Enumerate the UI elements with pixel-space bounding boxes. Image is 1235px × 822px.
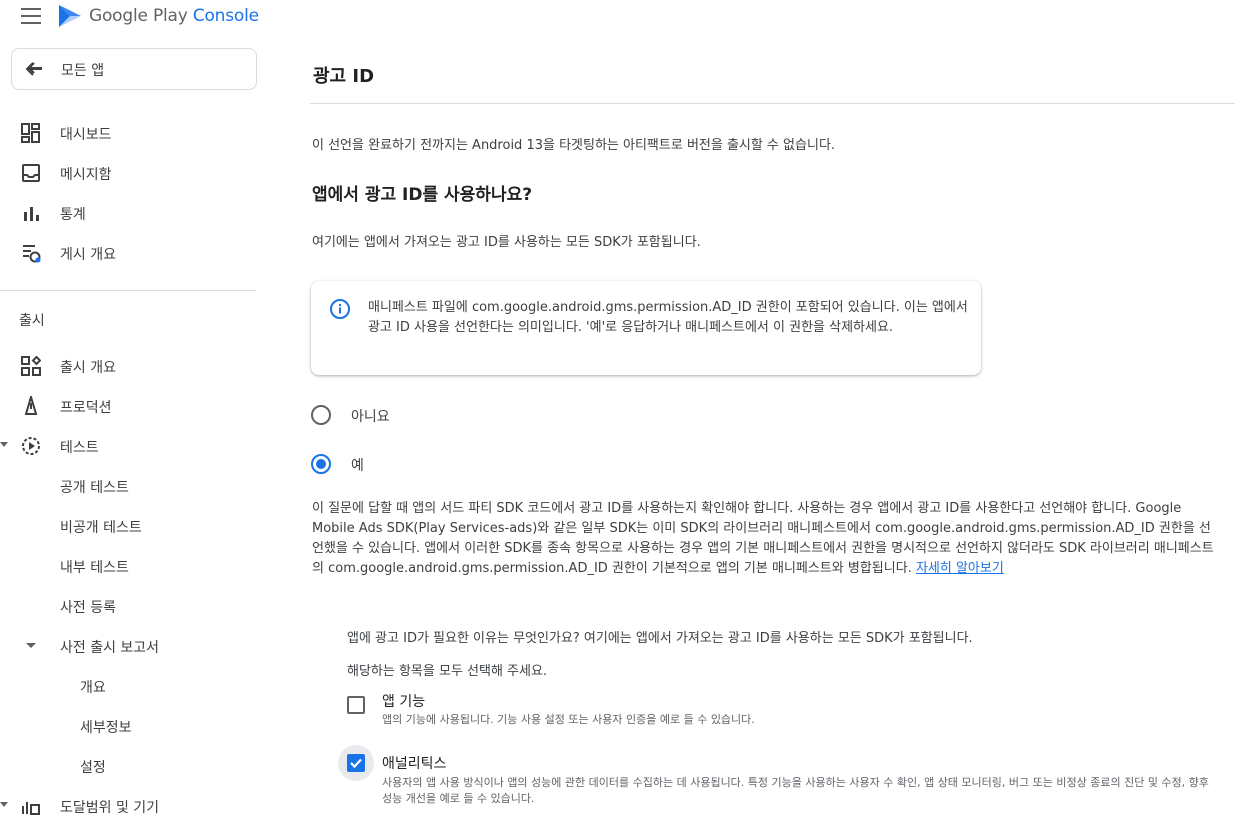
ad-id-question-subtext: 여기에는 앱에서 가져오는 광고 ID를 사용하는 모든 SDK가 포함됩니다.	[312, 235, 701, 250]
sidebar-item-label: 세부정보	[80, 720, 132, 736]
production-icon	[24, 396, 38, 415]
publishing-overview-icon	[23, 245, 41, 263]
sidebar-item-reach-devices[interactable]: 도달범위 및 기기	[0, 790, 256, 822]
expand-caret-icon	[0, 802, 8, 807]
radio-no-label: 아니요	[351, 409, 390, 425]
expand-caret-icon	[0, 442, 8, 447]
sdk-description: 이 질문에 답할 때 앱의 서드 파티 SDK 코드에서 광고 ID를 사용하는…	[312, 499, 1222, 579]
sidebar-item-dashboard[interactable]: 대시보드	[0, 117, 256, 149]
sidebar-item-testing[interactable]: 테스트	[0, 430, 256, 462]
radio-yes-circle[interactable]	[311, 454, 331, 474]
sidebar-item-inbox[interactable]: 메시지함	[0, 157, 256, 189]
checkbox-help: 앱의 기능에 사용됩니다. 기능 사용 설정 또는 사용자 인증을 예로 들 수…	[382, 713, 755, 726]
sidebar-divider	[0, 290, 256, 291]
sidebar-item-publishing-overview[interactable]: 게시 개요	[0, 237, 256, 269]
radio-no-circle[interactable]	[311, 405, 331, 425]
checkbox-analytics-box[interactable]	[347, 754, 365, 772]
sidebar-item-label: 설정	[80, 760, 106, 776]
play-console-logo-icon	[59, 5, 81, 27]
sidebar-item-closed-testing[interactable]: 비공개 테스트	[0, 510, 256, 542]
title-divider	[310, 103, 1235, 104]
main-content: 광고 ID 이 선언을 완료하기 전까지는 Android 13을 타겟팅하는 …	[310, 0, 1235, 822]
all-apps-label: 모든 앱	[61, 63, 105, 79]
manifest-info-text: 매니페스트 파일에 com.google.android.gms.permiss…	[368, 300, 968, 335]
testing-icon	[22, 437, 40, 455]
radio-no[interactable]: 아니요	[310, 402, 510, 432]
sidebar-item-open-testing[interactable]: 공개 테스트	[0, 470, 256, 502]
app-brand: Google Play Console	[89, 6, 259, 26]
sidebar-item-pre-launch-report[interactable]: 사전 출시 보고서	[0, 630, 256, 662]
sidebar-item-statistics[interactable]: 통계	[0, 197, 256, 229]
sidebar-section-release: 출시	[19, 313, 45, 329]
inbox-icon	[22, 164, 40, 182]
expand-caret-icon	[26, 643, 36, 648]
sidebar-item-release-overview[interactable]: 출시 개요	[0, 350, 256, 382]
sidebar-item-label: 사전 출시 보고서	[60, 640, 160, 656]
ad-id-question: 앱에서 광고 ID를 사용하나요?	[312, 185, 533, 205]
purpose-question: 앱에 광고 ID가 필요한 이유는 무엇인가요? 여기에는 앱에서 가져오는 광…	[347, 631, 973, 646]
radio-yes[interactable]: 예	[310, 451, 510, 481]
sidebar-item-label: 통계	[60, 207, 86, 223]
sidebar-item-label: 프로덕션	[60, 400, 112, 416]
checkbox-label: 애널리틱스	[382, 756, 447, 772]
page-title: 광고 ID	[313, 66, 375, 87]
sidebar-item-label: 출시 개요	[60, 360, 116, 376]
sidebar-item-label: 메시지함	[60, 167, 112, 183]
info-icon	[330, 299, 350, 319]
sidebar-item-label: 게시 개요	[60, 247, 116, 263]
purpose-hint: 해당하는 항목을 모두 선택해 주세요.	[347, 664, 548, 679]
sidebar: Google Play Console 모든 앱 대시보드 메시지함 통계 게시…	[0, 0, 270, 822]
sidebar-item-label: 개요	[80, 680, 106, 696]
sidebar-item-internal-testing[interactable]: 내부 테스트	[0, 550, 256, 582]
release-overview-icon	[21, 356, 41, 376]
manifest-info-banner: 매니페스트 파일에 com.google.android.gms.permiss…	[311, 281, 981, 375]
sidebar-item-label: 비공개 테스트	[60, 520, 142, 536]
declaration-intro-text: 이 선언을 완료하기 전까지는 Android 13을 타겟팅하는 아티팩트로 …	[312, 138, 836, 153]
sidebar-item-production[interactable]: 프로덕션	[0, 390, 256, 422]
dashboard-icon	[21, 123, 40, 143]
sidebar-item-pre-registration[interactable]: 사전 등록	[0, 590, 256, 622]
checkbox-label: 앱 기능	[382, 694, 426, 710]
sdk-description-text: 이 질문에 답할 때 앱의 서드 파티 SDK 코드에서 광고 ID를 사용하는…	[312, 501, 1214, 576]
bar-chart-icon	[24, 207, 39, 221]
sidebar-item-label: 테스트	[60, 440, 99, 456]
sidebar-item-label: 사전 등록	[60, 600, 116, 616]
checkbox-app-functionality[interactable]: 앱 기능 앱의 기능에 사용됩니다. 기능 사용 설정 또는 사용자 인증을 예…	[338, 687, 1218, 731]
sidebar-item-label: 내부 테스트	[60, 560, 129, 576]
sidebar-item-label: 도달범위 및 기기	[60, 800, 160, 816]
checkmark-icon	[350, 758, 362, 769]
sidebar-item-report-settings[interactable]: 설정	[0, 750, 256, 782]
checkbox-analytics[interactable]: 애널리틱스 사용자의 앱 사용 방식이나 앱의 성능에 관한 데이터를 수집하는…	[338, 745, 1218, 815]
top-bar: Google Play Console	[0, 0, 270, 34]
menu-icon[interactable]	[21, 8, 41, 24]
checkbox-app-functionality-box[interactable]	[347, 696, 365, 714]
sidebar-item-report-overview[interactable]: 개요	[0, 670, 256, 702]
sidebar-item-label: 공개 테스트	[60, 480, 129, 496]
arrow-back-icon	[25, 62, 42, 76]
sidebar-item-label: 대시보드	[60, 127, 112, 143]
checkbox-help: 사용자의 앱 사용 방식이나 앱의 성능에 관한 데이터를 수집하는 데 사용됩…	[382, 776, 1209, 805]
reach-devices-icon	[22, 802, 40, 815]
learn-more-link[interactable]: 자세히 알아보기	[916, 561, 1004, 576]
radio-yes-label: 예	[351, 458, 364, 474]
all-apps-button[interactable]: 모든 앱	[11, 48, 257, 90]
sidebar-item-report-details[interactable]: 세부정보	[0, 710, 256, 742]
